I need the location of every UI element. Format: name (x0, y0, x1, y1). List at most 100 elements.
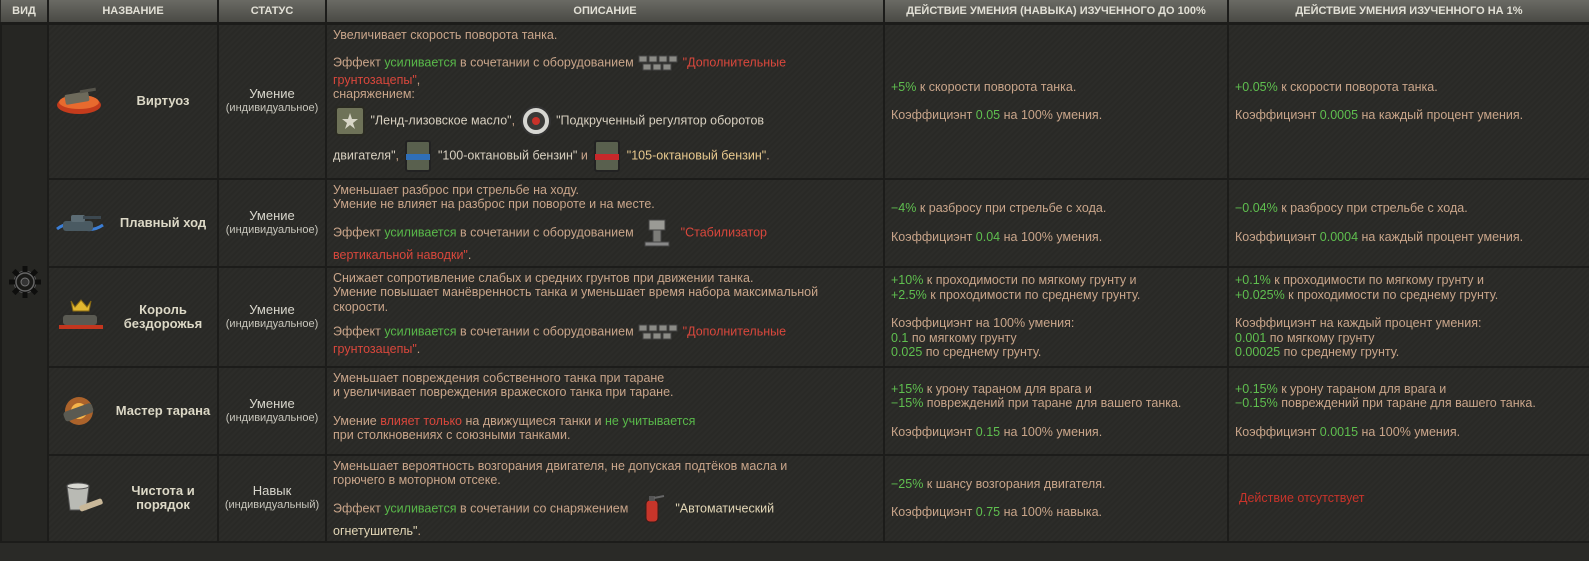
desc-line: Эффект усиливается в сочетании с оборудо… (333, 53, 877, 73)
coef-label: Коэффициэнт (891, 108, 976, 123)
desc-line: Умение не влияет на разброс при повороте… (333, 197, 655, 211)
desc-line: Уменьшает разброс при стрельбе на ходу. (333, 182, 579, 197)
equipment-name: "Стабилизатор (680, 224, 767, 239)
coef-text: по мягкому грунту (1266, 330, 1375, 345)
coef-value: 0.1 (891, 330, 909, 345)
effect-value: +15% (891, 381, 924, 396)
grousers-icon (638, 324, 678, 340)
stabilizer-icon (644, 219, 670, 246)
desc-line: скорости. (333, 299, 389, 314)
status-cell: Умение (индивидуальное) (217, 177, 327, 268)
coef-value: 0.04 (975, 229, 1001, 244)
table-row: Чистота и порядок Навык (индивидуальный)… (1, 453, 1589, 543)
desc-line: Снижает сопротивление слабых и средних г… (333, 270, 754, 285)
description-cell: Снижает сопротивление слабых и средних г… (325, 265, 885, 368)
desc-green: усиливается (384, 324, 457, 339)
coef-label: Коэффициэнт на 100% умения: (891, 316, 1075, 331)
skill-name: Чистота и порядок (109, 484, 217, 512)
header-effect-1: ДЕЙСТВИЕ УМЕНИЯ ИЗУЧЕННОГО НА 1% (1228, 0, 1589, 25)
desc-text: в сочетании с оборудованием (456, 324, 634, 339)
table-row: Мастер тарана Умение (индивидуальное) Ум… (1, 365, 1589, 456)
coef-value: 0.00025 (1235, 345, 1281, 360)
ram-master-icon (63, 396, 94, 425)
effect-100-cell: +10% к проходимости по мягкому грунту и … (883, 265, 1229, 368)
desc-line: Уменьшает вероятность возгорания двигате… (333, 458, 788, 473)
coef-text: по мягкому грунту (908, 330, 1017, 345)
desc-line: "Ленд-лизовское масло", "Подкрученный ре… (333, 104, 877, 138)
desc-text: Эффект (333, 500, 385, 515)
skill-name-line: бездорожья (123, 315, 203, 331)
skill-name: Виртуоз (136, 93, 190, 109)
gasoline-100-icon (405, 139, 432, 172)
coef-value: 0.75 (975, 505, 1001, 520)
desc-text: Эффект (333, 54, 385, 69)
skill-name-cell: Король бездорожья (47, 265, 219, 368)
skill-name-line: Король (139, 301, 187, 317)
skills-table: ВИД НАЗВАНИЕ СТАТУС ОПИСАНИЕ ДЕЙСТВИЕ УМ… (0, 0, 1589, 543)
desc-line: грунтозацепы". (333, 342, 877, 357)
clean-bucket-icon (66, 482, 103, 512)
regulator-icon (520, 105, 551, 136)
coef-value: 0.0015 (1319, 424, 1359, 439)
status-sub: (индивидуальное) (225, 102, 319, 115)
effect-1-cell: Действие отсутствует (1227, 453, 1589, 543)
coef-label: Коэффициэнт (891, 229, 976, 244)
desc-text: Эффект (333, 224, 385, 239)
oil-can-icon (335, 105, 365, 136)
status-sub: (индивидуальное) (225, 317, 319, 330)
consumable-name: "Автоматический (675, 500, 775, 515)
desc-line: Эффект усиливается в сочетании с оборудо… (333, 218, 877, 248)
equipment-name: вертикальной наводки" (333, 247, 468, 262)
desc-line: грунтозацепы", (333, 73, 877, 88)
desc-text: в сочетании с оборудованием (456, 54, 634, 69)
skill-name: Король бездорожья (109, 301, 217, 331)
effect-value: +0.1% (1235, 273, 1271, 288)
coef-value: 0.001 (1235, 330, 1267, 345)
status-label: Умение (249, 395, 295, 411)
skill-name-cell: Плавный ход (47, 177, 219, 268)
effect-1-cell: +0.05% к скорости поворота танка. Коэффи… (1227, 22, 1589, 180)
status-label: Умение (249, 207, 295, 223)
gasoline-105-icon (594, 139, 621, 172)
effect-100-cell: −25% к шансу возгорания двигателя. Коэфф… (883, 453, 1229, 543)
offroad-king-icon (59, 298, 103, 329)
skill-name-line: Чистота и (131, 483, 195, 499)
desc-text: , (395, 147, 399, 162)
status-label: Умение (249, 301, 295, 317)
coef-label: Коэффициэнт (1235, 229, 1320, 244)
coef-label: Коэффициэнт (891, 424, 976, 439)
effect-text: к проходимости по среднему грунту. (926, 287, 1141, 302)
desc-text: . (766, 147, 770, 162)
desc-text: и (577, 147, 592, 162)
equipment-name: "Дополнительные (682, 54, 787, 69)
coef-value: 0.05 (975, 108, 1001, 123)
description-cell: Уменьшает разброс при стрельбе на ходу. … (325, 177, 885, 268)
effect-text: к проходимости по среднему грунту. (1284, 287, 1499, 302)
effect-1-cell: +0.15% к урону тараном для врага и −0.15… (1227, 365, 1589, 456)
status-sub: (индивидуальное) (225, 411, 319, 424)
effect-value: −0.04% (1235, 201, 1278, 215)
grousers-icon (638, 55, 678, 70)
gear-icon (8, 265, 41, 298)
coef-label: Коэффициэнт (891, 505, 976, 520)
effect-text: к урону тараном для врага и (923, 381, 1092, 396)
desc-text: , (511, 112, 516, 127)
coef-value: 0.025 (891, 345, 923, 360)
desc-line: при столкновениях с союзными танками. (333, 428, 571, 442)
effect-value: +10% (891, 273, 924, 288)
effect-100-cell: −4% к разбросу при стрельбе с хода. Коэф… (883, 177, 1229, 268)
desc-text: . (416, 342, 421, 356)
coef-text: по среднему грунту. (922, 345, 1042, 360)
coef-label: Коэффициэнт (1235, 424, 1320, 439)
effect-text: к шансу возгорания двигателя. (923, 476, 1106, 491)
coef-text: на 100% навыка. (1000, 505, 1103, 520)
desc-green: не учитывается (605, 413, 696, 428)
effect-text: к скорости поворота танка. (916, 79, 1077, 94)
coef-label: Коэффициэнт на каждый процент умения: (1235, 316, 1482, 331)
effect-value: −4% (891, 201, 917, 215)
effect-1-cell: −0.04% к разбросу при стрельбе с хода. К… (1227, 177, 1589, 268)
smooth-ride-icon (56, 214, 104, 231)
effect-100-cell: +15% к урону тараном для врага и −15% по… (883, 365, 1229, 456)
consumable-name: "Подкрученный регулятор оборотов (556, 112, 765, 127)
coef-text: по среднему грунту. (1280, 345, 1400, 360)
